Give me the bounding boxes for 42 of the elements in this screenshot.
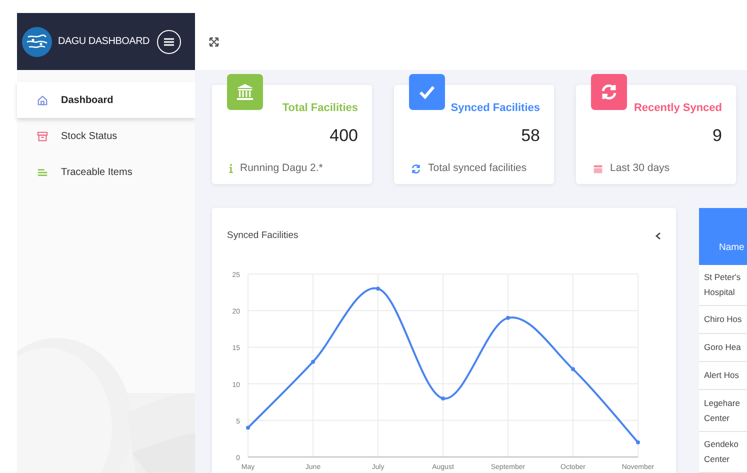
- card-title: Recently Synced: [634, 101, 722, 116]
- info-icon: [229, 164, 233, 174]
- check-icon: [418, 83, 436, 101]
- card-footer: Total synced facilities: [428, 161, 527, 177]
- card-title: Synced Facilities: [450, 101, 540, 116]
- table-cell: St Peter's Hospital: [699, 265, 747, 306]
- globe-logo-icon: [22, 26, 52, 56]
- list-icon: [37, 166, 48, 178]
- card-value: 9: [712, 124, 722, 146]
- data-point: [376, 286, 380, 291]
- calendar-icon: [593, 164, 603, 174]
- data-point: [571, 367, 575, 372]
- table-cell: Goro Hea: [699, 334, 747, 362]
- card-footer: Running Dagu 2.*: [240, 161, 323, 177]
- sidebar-item[interactable]: Stock Status: [17, 118, 195, 154]
- data-point: [636, 440, 640, 445]
- sidebar-item[interactable]: Dashboard: [17, 82, 195, 118]
- menu-icon: [164, 38, 174, 46]
- brand-title: DAGU DASHBOARD: [58, 35, 150, 49]
- table-cell: Alert Hos: [699, 362, 747, 390]
- fullscreen-icon[interactable]: [209, 36, 219, 46]
- bank-icon: [236, 83, 254, 101]
- table-cell: Legehare Center: [699, 390, 747, 432]
- home-icon: [37, 94, 48, 106]
- data-point: [311, 360, 315, 364]
- data-point: [246, 426, 250, 430]
- data-point: [506, 316, 510, 320]
- card-title: Total Facilities: [282, 101, 358, 116]
- card-value: 400: [330, 124, 358, 146]
- refresh-icon: [411, 164, 421, 174]
- card-value: 58: [521, 124, 540, 146]
- table-cell: Chiro Hos: [699, 306, 747, 334]
- card-footer: Last 30 days: [610, 161, 670, 177]
- table-header: Name: [699, 208, 747, 265]
- table-cell: Gendeko Center: [699, 432, 747, 473]
- archive-icon: [37, 130, 48, 142]
- data-point: [441, 396, 445, 401]
- chart-title: Synced Facilities: [227, 229, 298, 243]
- sidebar-item[interactable]: Traceable Items: [17, 154, 195, 190]
- menu-button[interactable]: [156, 30, 181, 54]
- sync-icon: [600, 83, 618, 101]
- chevron-left-icon[interactable]: [655, 232, 661, 240]
